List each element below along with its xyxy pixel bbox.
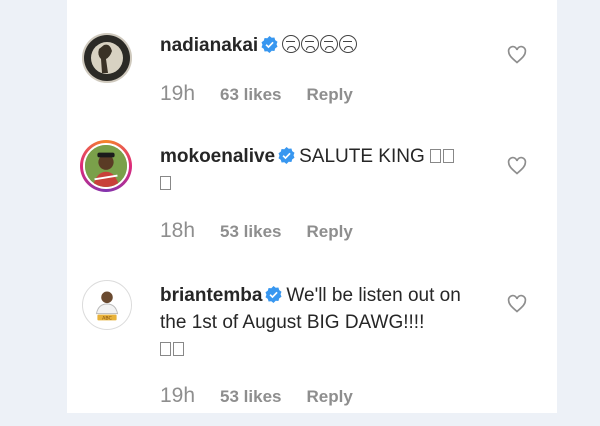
likes-count[interactable]: 63 likes xyxy=(220,85,281,105)
missing-glyph-icon xyxy=(430,149,442,163)
timestamp[interactable]: 19h xyxy=(160,82,195,106)
grimace-emoji-icon xyxy=(301,35,320,53)
comment-meta: 19h 53 likes Reply xyxy=(160,384,353,408)
like-heart-icon[interactable] xyxy=(507,294,527,314)
comment-text: mokoenalive SALUTE KING xyxy=(160,143,490,197)
username[interactable]: mokoenalive xyxy=(160,146,275,167)
avatar-image xyxy=(83,143,129,189)
avatar[interactable]: ABC xyxy=(82,280,132,330)
username[interactable]: nadianakai xyxy=(160,35,258,56)
avatar-photo xyxy=(85,145,127,187)
avatar[interactable] xyxy=(82,33,132,83)
verified-badge-icon xyxy=(265,286,282,303)
comment-meta: 19h 63 likes Reply xyxy=(160,82,353,106)
comments-panel: nadianakai 19h 63 likes Reply mokoenaliv… xyxy=(67,0,557,413)
verified-badge-icon xyxy=(278,147,295,164)
emoji-group xyxy=(282,35,358,56)
avatar-image: ABC xyxy=(83,281,131,329)
verified-badge-icon xyxy=(261,36,278,53)
like-heart-icon[interactable] xyxy=(507,45,527,65)
grimace-emoji-icon xyxy=(320,35,339,53)
comment-meta: 18h 53 likes Reply xyxy=(160,219,353,243)
missing-glyph-icon xyxy=(160,176,171,190)
grimace-emoji-icon xyxy=(339,35,358,53)
likes-count[interactable]: 53 likes xyxy=(220,387,281,407)
missing-glyph-icon xyxy=(173,342,184,356)
reply-button[interactable]: Reply xyxy=(307,85,353,105)
missing-glyph-icon xyxy=(443,149,455,163)
avatar[interactable] xyxy=(80,140,132,192)
timestamp[interactable]: 18h xyxy=(160,219,195,243)
comment-body: SALUTE KING xyxy=(299,146,425,167)
comment-text: nadianakai xyxy=(160,32,490,59)
reply-button[interactable]: Reply xyxy=(307,222,353,242)
missing-glyph-icon xyxy=(160,342,171,356)
comment-text: briantemba We'll be listen out on the 1st… xyxy=(160,282,490,363)
likes-count[interactable]: 53 likes xyxy=(220,222,281,242)
grimace-emoji-icon xyxy=(282,35,301,53)
like-heart-icon[interactable] xyxy=(507,156,527,176)
svg-text:ABC: ABC xyxy=(102,315,112,321)
avatar-image xyxy=(82,33,132,83)
timestamp[interactable]: 19h xyxy=(160,384,195,408)
reply-button[interactable]: Reply xyxy=(307,387,353,407)
username[interactable]: briantemba xyxy=(160,285,262,306)
